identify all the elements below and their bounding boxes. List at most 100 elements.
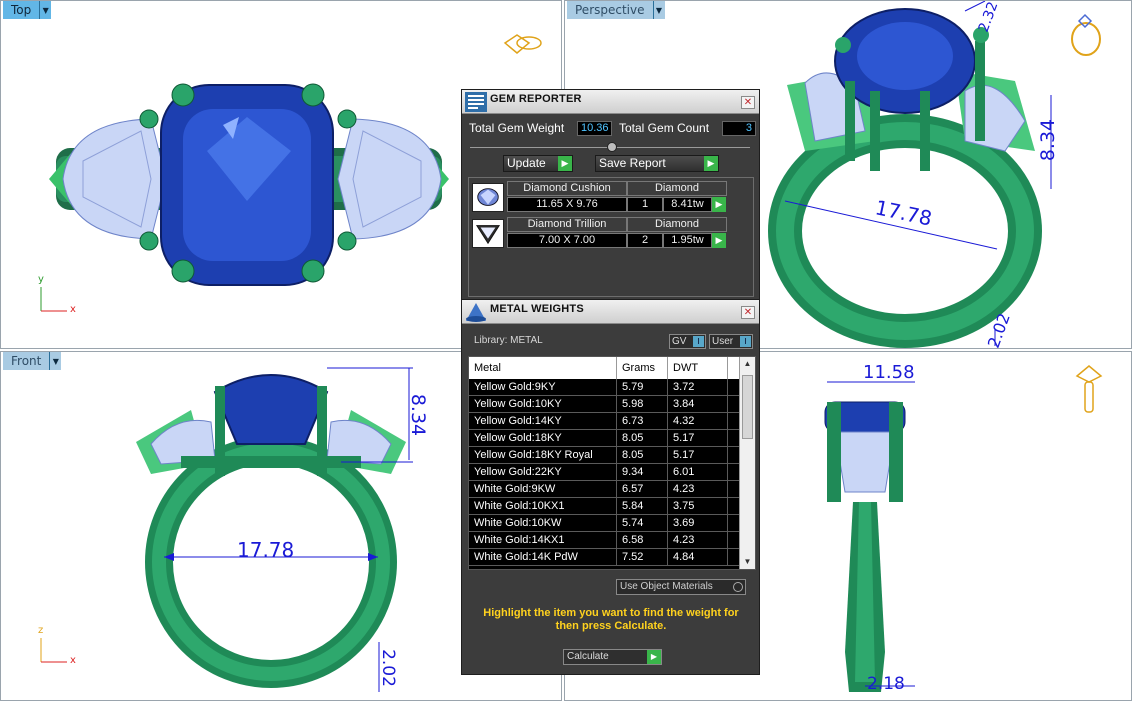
metal-weights-table[interactable]: Metal Grams DWT Yellow Gold:9KY 5.79 3.72 … <box>468 356 756 570</box>
metal-weight-icon <box>466 303 486 322</box>
table-row[interactable]: Yellow Gold:10KY 5.98 3.84 <box>469 396 739 413</box>
table-row[interactable]: White Gold:14KX1 6.58 4.23 <box>469 532 739 549</box>
column-header-metal[interactable]: Metal <box>469 357 617 379</box>
library-label: Library: METAL <box>474 335 543 346</box>
close-icon[interactable]: ✕ <box>741 306 755 319</box>
viewport-tab-front[interactable]: Front ▼ <box>3 352 62 370</box>
user-toggle[interactable]: User I <box>709 334 753 349</box>
dimension-label: 8.34 <box>1037 118 1060 162</box>
update-button-label: Update <box>507 156 546 170</box>
dimension-label: 17.78 <box>237 538 295 562</box>
gv-toggle[interactable]: GV I <box>669 334 706 349</box>
viewport-tab-top[interactable]: Top ▼ <box>3 1 52 19</box>
play-arrow-icon: ▶ <box>704 156 718 171</box>
table-row[interactable]: Yellow Gold:22KY 9.34 6.01 <box>469 464 739 481</box>
table-row[interactable]: Yellow Gold:18KY Royal 8.05 5.17 <box>469 447 739 464</box>
metal-dwt: 4.23 <box>668 532 728 549</box>
viewport-tab-label: Perspective <box>567 1 653 19</box>
metal-name: Yellow Gold:22KY <box>469 464 617 481</box>
use-object-materials-option[interactable]: Use Object Materials <box>616 579 746 595</box>
play-arrow-icon: ▶ <box>647 650 661 664</box>
table-row[interactable]: Yellow Gold:9KY 5.79 3.72 <box>469 379 739 396</box>
chevron-down-icon[interactable]: ▼ <box>39 1 52 19</box>
column-header-dwt[interactable]: DWT <box>668 357 728 379</box>
radio-circle-icon[interactable] <box>733 582 743 592</box>
scroll-down-icon[interactable]: ▼ <box>740 555 755 569</box>
update-button[interactable]: Update ▶ <box>503 155 573 172</box>
gem-quantity: 1 <box>627 197 663 212</box>
metal-grams: 6.57 <box>617 481 668 498</box>
metal-dwt: 4.32 <box>668 413 728 430</box>
gem-name: Diamond Trillion <box>507 217 627 232</box>
chevron-down-icon[interactable]: ▼ <box>49 352 62 370</box>
metal-dwt: 6.01 <box>668 464 728 481</box>
metal-dwt: 4.23 <box>668 481 728 498</box>
metal-grams: 5.79 <box>617 379 668 396</box>
dimension-label: 2.18 <box>867 674 905 694</box>
dimension-label: 11.58 <box>863 362 915 383</box>
save-report-button-label: Save Report <box>599 156 666 170</box>
metal-dwt: 3.72 <box>668 379 728 396</box>
table-row[interactable]: Yellow Gold:18KY 8.05 5.17 <box>469 430 739 447</box>
table-scrollbar[interactable]: ▲ ▼ <box>739 357 755 569</box>
play-arrow-icon[interactable]: ▶ <box>712 233 726 248</box>
metal-weights-titlebar[interactable]: METAL WEIGHTS ✕ <box>462 300 759 324</box>
gem-row[interactable]: Diamond Trillion Diamond 7.00 X 7.00 2 1… <box>470 217 727 250</box>
metal-grams: 5.98 <box>617 396 668 413</box>
metal-grams: 9.34 <box>617 464 668 481</box>
calculate-button-label: Calculate <box>567 651 609 662</box>
metal-grams: 8.05 <box>617 447 668 464</box>
metal-dwt: 4.84 <box>668 549 728 566</box>
toggle-indicator-icon: I <box>693 336 704 347</box>
table-row[interactable]: White Gold:14K PdW 7.52 4.84 <box>469 549 739 566</box>
total-gem-weight-label: Total Gem Weight <box>469 121 565 135</box>
table-row[interactable]: White Gold:10KX1 5.84 3.75 <box>469 498 739 515</box>
column-header-grams[interactable]: Grams <box>617 357 668 379</box>
total-gem-count-label: Total Gem Count <box>619 121 710 135</box>
gem-row[interactable]: Diamond Cushion Diamond 11.65 X 9.76 1 8… <box>470 181 727 214</box>
chevron-down-icon[interactable]: ▼ <box>652 1 665 19</box>
panel-slider-knob[interactable] <box>607 142 617 152</box>
metal-dwt: 5.17 <box>668 447 728 464</box>
table-row[interactable]: Yellow Gold:14KY 6.73 4.32 <box>469 413 739 430</box>
metal-weights-panel: METAL WEIGHTS ✕ Library: METAL GV I User… <box>461 299 760 675</box>
metal-dwt: 3.69 <box>668 515 728 532</box>
total-gem-count-value: 3 <box>722 121 756 136</box>
scrollbar-thumb[interactable] <box>742 375 753 439</box>
instruction-text: Highlight the item you want to find the … <box>483 607 739 632</box>
gem-reporter-titlebar[interactable]: GEM REPORTER ✕ <box>462 90 759 114</box>
metal-dwt: 3.84 <box>668 396 728 413</box>
toggle-indicator-icon: I <box>740 336 751 347</box>
close-icon[interactable]: ✕ <box>741 96 755 109</box>
metal-name: White Gold:10KX1 <box>469 498 617 515</box>
gv-toggle-label: GV <box>672 336 687 347</box>
metal-dwt: 3.75 <box>668 498 728 515</box>
user-toggle-label: User <box>712 336 734 347</box>
metal-name: Yellow Gold:18KY Royal <box>469 447 617 464</box>
save-report-button[interactable]: Save Report ▶ <box>595 155 719 172</box>
gem-reporter-title: GEM REPORTER <box>490 93 582 105</box>
calculate-button[interactable]: Calculate ▶ <box>563 649 662 665</box>
gem-reporter-panel: GEM REPORTER ✕ Total Gem Weight 10.36 To… <box>461 89 760 301</box>
metal-grams: 6.73 <box>617 413 668 430</box>
metal-name: White Gold:14K PdW <box>469 549 617 566</box>
metal-grams: 7.52 <box>617 549 668 566</box>
gem-size: 7.00 X 7.00 <box>507 233 627 248</box>
gem-weight-text: 1.95tw <box>671 234 704 246</box>
viewport-tab-perspective[interactable]: Perspective ▼ <box>567 1 665 19</box>
metal-name: Yellow Gold:18KY <box>469 430 617 447</box>
axis-x-label: x <box>70 304 76 315</box>
metal-grams: 5.74 <box>617 515 668 532</box>
gem-material: Diamond <box>627 181 727 196</box>
play-arrow-icon[interactable]: ▶ <box>712 197 726 212</box>
gem-weight[interactable]: 8.41tw ▶ <box>663 197 726 212</box>
metal-name: Yellow Gold:14KY <box>469 413 617 430</box>
metal-dwt: 5.17 <box>668 430 728 447</box>
gem-weight-text: 8.41tw <box>671 198 704 210</box>
table-row[interactable]: White Gold:9KW 6.57 4.23 <box>469 481 739 498</box>
scroll-up-icon[interactable]: ▲ <box>740 357 755 371</box>
metal-grams: 6.58 <box>617 532 668 549</box>
table-row[interactable]: White Gold:10KW 5.74 3.69 <box>469 515 739 532</box>
axis-x-label: x <box>70 655 76 666</box>
gem-weight[interactable]: 1.95tw ▶ <box>663 233 726 248</box>
